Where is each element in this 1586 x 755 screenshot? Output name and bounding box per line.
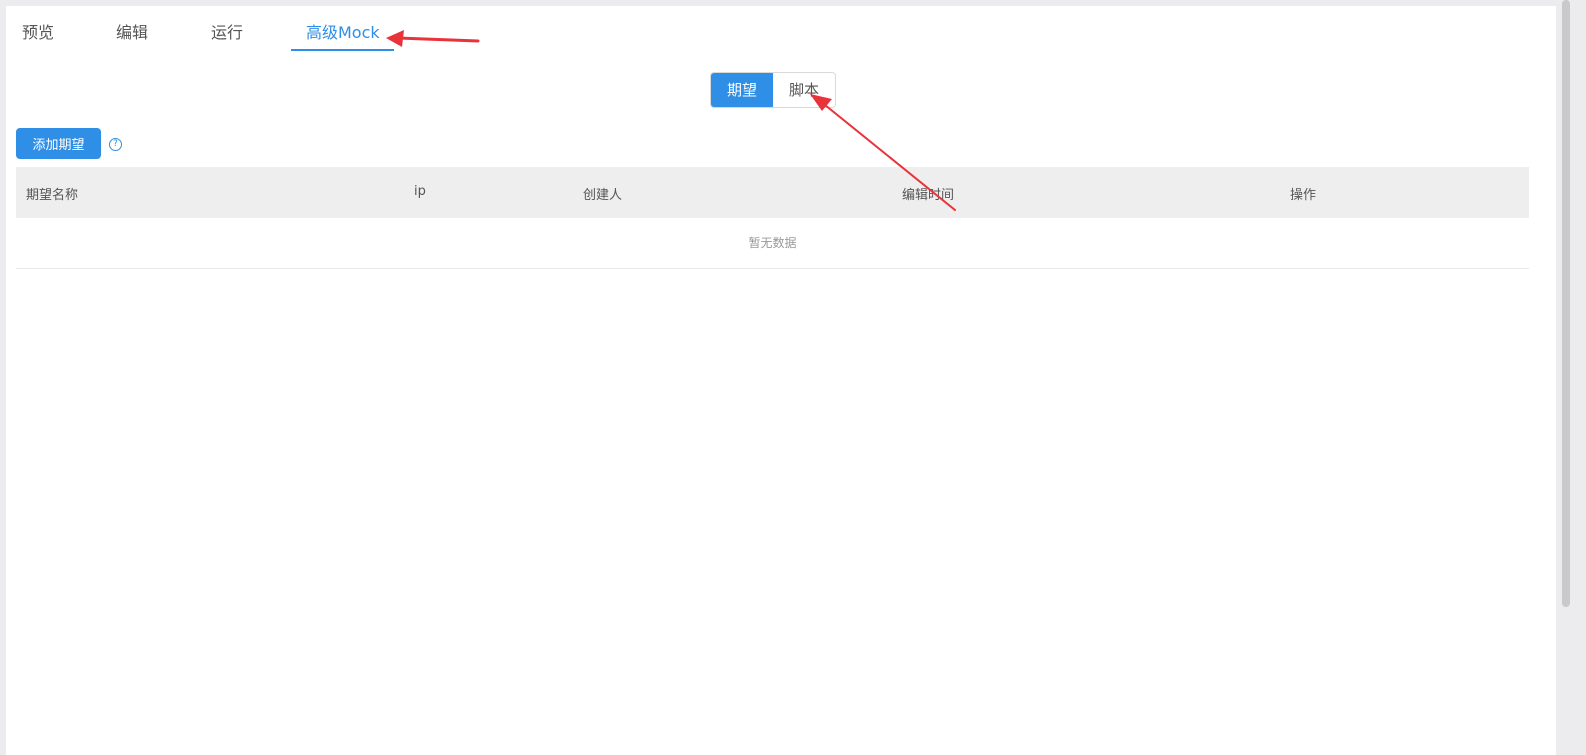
active-tab-indicator xyxy=(291,49,394,51)
column-header-ip: ip xyxy=(414,184,426,199)
mode-switch: 期望 脚本 xyxy=(710,72,836,108)
table-header: 期望名称 ip 创建人 编辑时间 操作 xyxy=(16,167,1529,218)
mode-expectation-button[interactable]: 期望 xyxy=(711,73,773,107)
mode-script-button[interactable]: 脚本 xyxy=(773,73,835,107)
tab-edit[interactable]: 编辑 xyxy=(116,19,148,43)
tab-bar: 预览 编辑 运行 高级Mock xyxy=(6,6,1556,52)
help-icon[interactable]: ? xyxy=(109,138,122,151)
column-header-name: 期望名称 xyxy=(26,188,79,203)
column-header-creator: 创建人 xyxy=(583,188,623,203)
tab-advanced-mock[interactable]: 高级Mock xyxy=(306,19,380,43)
page-scrollbar[interactable] xyxy=(1562,0,1570,607)
column-header-actions: 操作 xyxy=(1290,188,1317,203)
empty-text: 暂无数据 xyxy=(748,236,797,250)
tab-run[interactable]: 运行 xyxy=(211,19,243,43)
empty-state: 暂无数据 xyxy=(16,218,1529,269)
column-header-edit-time: 编辑时间 xyxy=(902,188,955,203)
tab-preview[interactable]: 预览 xyxy=(22,19,54,43)
add-expectation-button[interactable]: 添加期望 xyxy=(16,128,101,159)
expectation-table: 期望名称 ip 创建人 编辑时间 操作 暂无数据 xyxy=(16,167,1529,269)
mock-panel: 预览 编辑 运行 高级Mock 期望 脚本 添加期望 ? 期望名称 ip 创建人… xyxy=(6,6,1556,755)
